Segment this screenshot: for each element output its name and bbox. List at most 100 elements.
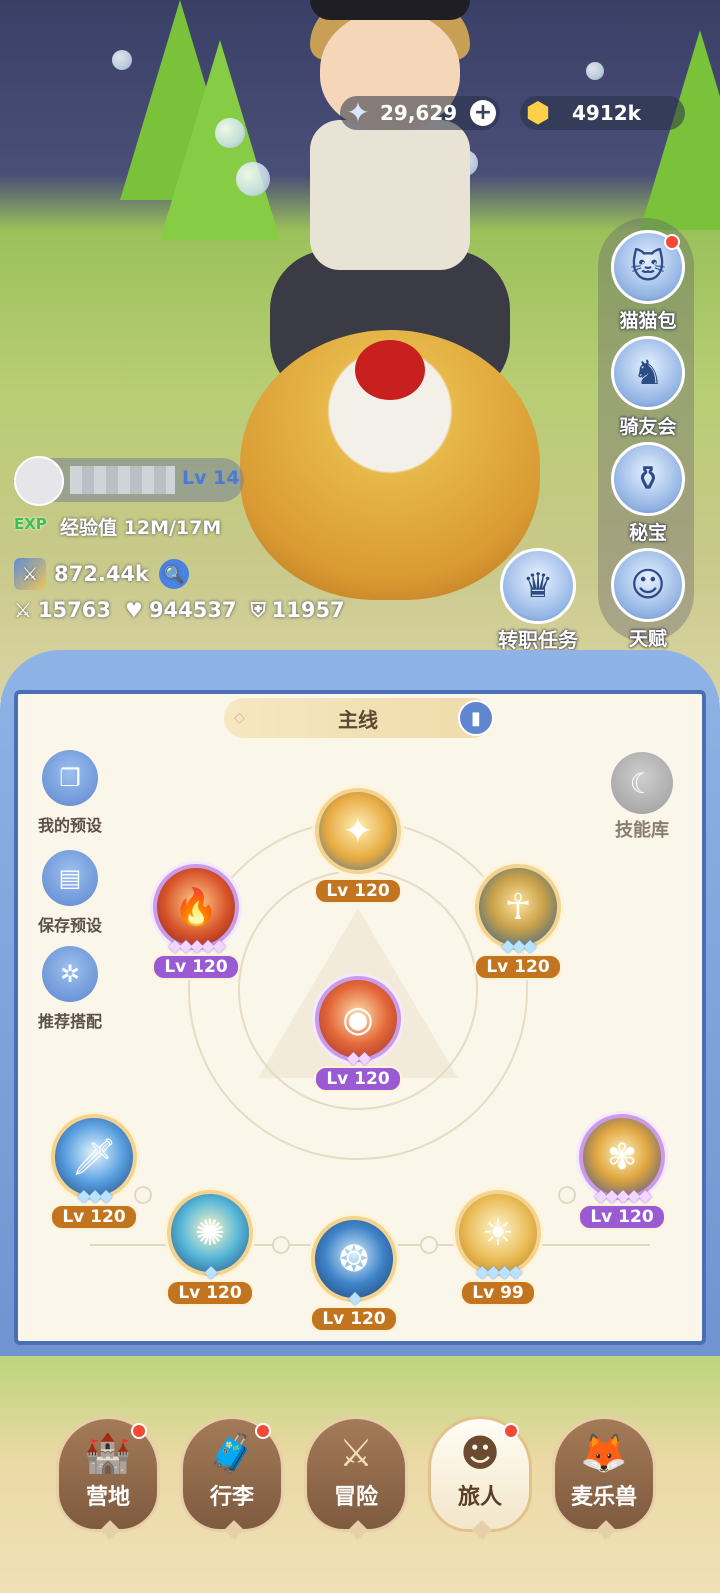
nav-traveler-label: 旅人 <box>457 1485 502 1510</box>
side-btn-label: 秘宝 <box>628 522 667 544</box>
add-stars-button[interactable]: + <box>470 100 496 126</box>
exp-display: 经验值 12M/17M <box>60 513 221 540</box>
skill-level: Lv 120 <box>578 1204 666 1230</box>
player-name-blurred <box>70 466 175 494</box>
save-preset-button[interactable]: ▤ 保存预设 <box>28 850 112 936</box>
path-node <box>272 1236 290 1254</box>
skill-stars <box>310 860 406 880</box>
side-btn-rider-club[interactable]: ♞ 骑友会 <box>608 336 688 438</box>
power-detail-search-icon[interactable]: 🔍 <box>159 559 190 589</box>
job-change-quest-button[interactable]: ♛ 转职任务 <box>490 548 586 653</box>
crown-icon: ♛ <box>500 548 576 624</box>
notification-badge <box>503 1423 519 1439</box>
skill-stars: ◆◆◆◆◆ <box>594 1186 651 1206</box>
skill-stars: ◆◆ <box>346 1048 371 1068</box>
skill-stars: ◆◆◆◆ <box>475 1262 522 1282</box>
fox-icon: 🦊 <box>580 1431 628 1475</box>
nav-camp-label: 营地 <box>85 1485 130 1510</box>
save-icon: ▤ <box>42 850 98 906</box>
exp-label: 经验值 <box>60 517 118 539</box>
crossed-swords-icon: ⚔ <box>338 1431 374 1475</box>
side-btn-treasure[interactable]: ⚱ 秘宝 <box>608 442 688 544</box>
skill-level: Lv 120 <box>310 1306 398 1332</box>
horse-icon: ♞ <box>611 336 685 410</box>
skill-slot-2[interactable]: 🔥 ◆◆◆◆◆ Lv 120 <box>148 864 244 980</box>
side-btn-label: 天赋 <box>628 628 667 650</box>
nav-adventure[interactable]: ⚔ 冒险 <box>304 1416 408 1540</box>
nav-traveler[interactable]: ☻ 旅人 <box>428 1416 532 1540</box>
recommend-icon: ✲ <box>42 946 98 1002</box>
gold-currency: ⬢ 4912k <box>520 96 685 130</box>
notification-badge <box>131 1423 147 1439</box>
skill-stars: ◆◆◆◆◆ <box>168 936 225 956</box>
skill-slot-4[interactable]: ◉ ◆◆ Lv 120 <box>310 976 406 1092</box>
gold-currency-value: 4912k <box>572 101 641 125</box>
attack-icon: ⚔ <box>14 598 32 622</box>
skill-slot-7[interactable]: ❂ ◆ Lv 120 <box>306 1216 402 1332</box>
skill-slot-8[interactable]: ☀ ◆◆◆◆ Lv 99 <box>450 1190 546 1306</box>
side-btn-label: 骑友会 <box>619 416 677 438</box>
side-btn-talent[interactable]: ☺ 天赋 <box>608 548 688 650</box>
player-avatar[interactable] <box>14 456 64 506</box>
skill-level: Lv 120 <box>152 954 240 980</box>
skill-level: Lv 120 <box>50 1204 138 1230</box>
bubble <box>586 62 604 80</box>
gold-coin-icon: ⬢ <box>525 95 551 129</box>
skill-slot-5[interactable]: 🗡 ◆◆◆ Lv 120 <box>46 1114 142 1230</box>
skill-library-label: 技能库 <box>615 820 669 841</box>
nav-adventure-label: 冒险 <box>333 1485 378 1510</box>
recommended-build-label: 推荐搭配 <box>37 1012 102 1031</box>
nav-luggage-label: 行李 <box>209 1485 254 1510</box>
power-shield-icon: ⚔ <box>14 558 46 590</box>
skill-stars: ◆◆◆ <box>501 936 536 956</box>
exp-icon: EXP <box>14 515 47 533</box>
skill-stars: ◆◆◆ <box>77 1186 112 1206</box>
skill-level: Lv 120 <box>166 1280 254 1306</box>
path-node <box>420 1236 438 1254</box>
nav-camp[interactable]: 🏰 营地 <box>56 1416 160 1540</box>
tab-main-line[interactable]: ◇ 主线 <box>224 698 492 738</box>
notification-badge <box>255 1423 271 1439</box>
star-crystal-icon: ✦ <box>346 95 370 129</box>
skill-slot-9[interactable]: ✾ ◆◆◆◆◆ Lv 120 <box>574 1114 670 1230</box>
save-preset-label: 保存预设 <box>37 916 102 935</box>
skill-slot-3[interactable]: ☥ ◆◆◆ Lv 120 <box>470 864 566 980</box>
tab-main-line-label: 主线 <box>338 707 378 732</box>
my-preset-button[interactable]: ❐ 我的预设 <box>28 750 112 836</box>
attack-value: 15763 <box>37 598 111 622</box>
character-body <box>310 120 470 270</box>
skill-guide-book-button[interactable]: ▮ <box>458 700 494 736</box>
skill-level: Lv 99 <box>460 1280 536 1306</box>
player-character <box>240 0 540 600</box>
nav-mailer-beast[interactable]: 🦊 麦乐兽 <box>552 1416 656 1540</box>
combat-power-value: 872.44k <box>54 562 150 586</box>
shield-icon: ⛨ <box>250 598 266 622</box>
talent-head-icon: ☺ <box>611 548 685 622</box>
star-currency-value: 29,629 <box>380 101 458 125</box>
side-btn-cat-bag[interactable]: 🐱 猫猫包 <box>608 230 688 332</box>
side-btn-label: 猫猫包 <box>619 310 677 332</box>
notification-badge <box>664 234 680 250</box>
nav-luggage[interactable]: 🧳 行李 <box>180 1416 284 1540</box>
skill-stars: ◆ <box>204 1262 217 1282</box>
skill-library-button[interactable]: ☾ 技能库 <box>600 752 684 842</box>
skill-level: Lv 120 <box>314 1066 402 1092</box>
skill-slot-6[interactable]: ✺ ◆ Lv 120 <box>162 1190 258 1306</box>
tree-right <box>640 30 720 230</box>
defense-value: 11957 <box>271 598 345 622</box>
skill-slot-1[interactable]: ✦ Lv 120 <box>310 788 406 904</box>
bubble <box>112 50 132 70</box>
recommended-build-button[interactable]: ✲ 推荐搭配 <box>28 946 112 1032</box>
skill-level: Lv 120 <box>314 878 402 904</box>
combat-power: ⚔ 872.44k 🔍 <box>14 557 190 591</box>
skill-level: Lv 120 <box>474 954 562 980</box>
preset-card-icon: ❐ <box>42 750 98 806</box>
player-stats: ⚔ 15763 ♥ 944537 ⛨ 11957 <box>14 598 359 622</box>
treasure-icon: ⚱ <box>611 442 685 516</box>
hp-value: 944537 <box>148 598 237 622</box>
my-preset-label: 我的预设 <box>37 816 102 835</box>
skill-stars: ◆ <box>348 1288 361 1308</box>
job-change-label: 转职任务 <box>498 628 578 652</box>
player-level: Lv 14 <box>182 467 240 489</box>
mount-beak <box>355 340 425 400</box>
